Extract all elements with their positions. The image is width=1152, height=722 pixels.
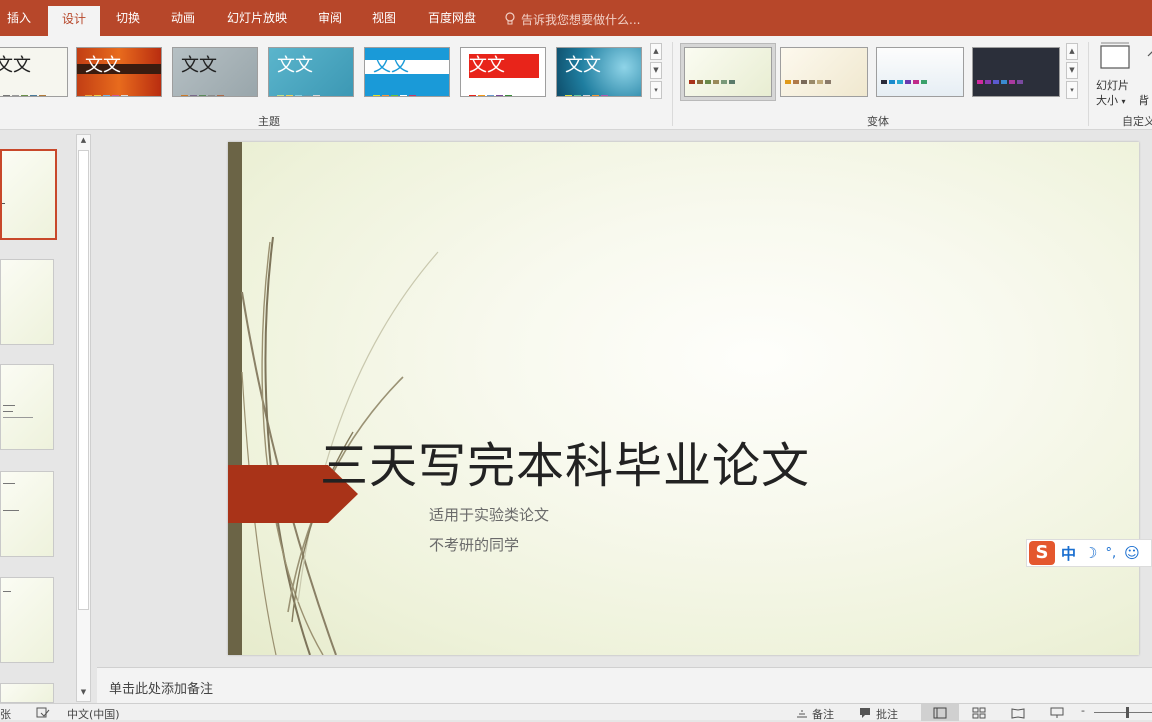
notes-placeholder: 单击此处添加备注 [109, 682, 214, 697]
dropdown-arrow-icon: ▾ [1121, 97, 1126, 106]
tab-slideshow[interactable]: 幻灯片放映 [216, 0, 298, 36]
theme-sample-text: 文文 [181, 55, 217, 76]
tab-view[interactable]: 视图 [362, 0, 406, 36]
scroll-up-arrow-icon[interactable]: ▲ [78, 136, 89, 148]
slide-size-icon [1100, 42, 1130, 69]
tab-design[interactable]: 设计 [48, 6, 100, 36]
slide-thumbnails-pane: ▲ ▼ [0, 131, 96, 703]
reading-view-icon[interactable] [1011, 707, 1025, 719]
theme-sample-text: 文文 [277, 55, 313, 76]
theme-red[interactable]: 文文 [460, 47, 546, 97]
variant-1[interactable] [684, 47, 772, 97]
tab-baidu-netdisk[interactable]: 百度网盘 [416, 0, 488, 36]
slide-thumbnail-1[interactable] [0, 149, 57, 240]
group-divider [1088, 42, 1089, 126]
format-background-button[interactable]: 背 [1140, 40, 1152, 110]
normal-view-button[interactable] [921, 704, 959, 721]
ribbon-tab-bar: 插入 设计 切换 动画 幻灯片放映 审阅 视图 百度网盘 告诉我您想要做什么..… [0, 0, 1152, 36]
tell-me-box[interactable]: 告诉我您想要做什么... [504, 11, 640, 27]
slide-thumbnail-3[interactable] [0, 364, 54, 450]
customize-group-label: 自定义 [1122, 115, 1152, 128]
slide-thumbnail-5[interactable] [0, 577, 54, 663]
slide-sorter-icon[interactable] [972, 707, 986, 719]
slide-subtitle-line2[interactable]: 不考研的同学 [429, 534, 519, 555]
theme-sample-text: 文文 [565, 55, 601, 76]
theme-gray[interactable]: 文文 [172, 47, 258, 97]
theme-blue-band[interactable]: 文文 [364, 47, 450, 97]
format-background-icon [1147, 51, 1152, 57]
theme-orange[interactable]: 文文 [76, 47, 162, 97]
emoji-icon[interactable]: ☺ [1124, 544, 1140, 562]
theme-office[interactable]: 文文 [0, 47, 68, 97]
slide-size-label-text: 大小 [1096, 94, 1118, 107]
zoom-out-button[interactable]: - [1081, 704, 1085, 717]
punctuation-icon[interactable]: °, [1105, 546, 1116, 561]
zoom-slider-thumb[interactable] [1126, 707, 1129, 718]
slide-grass-decoration [241, 236, 439, 655]
variant-2[interactable] [780, 47, 868, 97]
variants-more[interactable]: ▾ [1066, 81, 1078, 99]
variant-3[interactable] [876, 47, 964, 97]
group-divider [672, 42, 673, 126]
lightbulb-icon [505, 12, 515, 25]
comments-icon [860, 708, 870, 718]
variants-scroll-up[interactable]: ▲ [1066, 43, 1078, 60]
thumbnails-scrollbar[interactable]: ▲ ▼ [76, 134, 91, 702]
spellcheck-icon[interactable] [36, 707, 50, 719]
theme-sample-text: 文文 [85, 55, 121, 76]
variants-scroll-down[interactable]: ▼ [1066, 62, 1078, 79]
slide-subtitle-line1[interactable]: 适用于实验类论文 [429, 504, 549, 525]
theme-cyan-radial[interactable]: 文文 [556, 47, 642, 97]
ime-toolbar[interactable]: S 中 ☽ °, ☺ [1026, 539, 1152, 567]
scrollbar-thumb[interactable] [78, 150, 89, 610]
slide-title[interactable]: 三天写完本科毕业论文 [320, 436, 810, 496]
themes-more[interactable]: ▾ [650, 81, 662, 99]
slideshow-icon[interactable] [1050, 707, 1064, 719]
slide-size-button[interactable]: 幻灯片 大小 ▾ [1096, 40, 1140, 110]
sogou-logo-icon[interactable]: S [1029, 541, 1055, 565]
slide-thumbnail-2[interactable] [0, 259, 54, 345]
slide-thumbnail-6[interactable] [0, 683, 54, 703]
format-background-label: 背 [1140, 94, 1149, 107]
ribbon-design: 文文 文文 文文 文文 文文 文文 文文 ▲ [0, 36, 1152, 130]
scroll-down-arrow-icon[interactable]: ▼ [78, 688, 89, 700]
notes-pane[interactable]: 单击此处添加备注 [97, 667, 1152, 703]
status-bar: 张 中文(中国) 备注 批注 - [0, 703, 1152, 721]
moon-icon[interactable]: ☽ [1084, 544, 1097, 562]
tab-insert[interactable]: 插入 [0, 0, 38, 36]
notes-icon [797, 710, 807, 718]
variant-4[interactable] [972, 47, 1060, 97]
theme-teal[interactable]: 文文 [268, 47, 354, 97]
tab-animations[interactable]: 动画 [160, 0, 206, 36]
tab-review[interactable]: 审阅 [308, 0, 352, 36]
theme-sample-text: 文文 [0, 55, 31, 76]
normal-view-icon [933, 707, 947, 719]
themes-group-label: 主题 [258, 115, 280, 128]
variants-group-label: 变体 [867, 115, 889, 128]
slide-size-label-1: 幻灯片 [1096, 79, 1129, 92]
tell-me-placeholder: 告诉我您想要做什么... [521, 12, 641, 27]
themes-scroll-up[interactable]: ▲ [650, 43, 662, 60]
slide-thumbnail-4[interactable] [0, 471, 54, 557]
theme-sample-text: 文文 [469, 55, 505, 76]
slide-canvas[interactable]: 三天写完本科毕业论文 适用于实验类论文 不考研的同学 [228, 142, 1139, 655]
tab-transitions[interactable]: 切换 [106, 0, 150, 36]
slide-size-label-2: 大小 ▾ [1096, 92, 1126, 108]
ime-language-toggle[interactable]: 中 [1061, 543, 1076, 564]
zoom-slider[interactable] [1094, 712, 1152, 713]
theme-sample-text: 文文 [373, 55, 409, 76]
themes-scroll-down[interactable]: ▼ [650, 62, 662, 79]
